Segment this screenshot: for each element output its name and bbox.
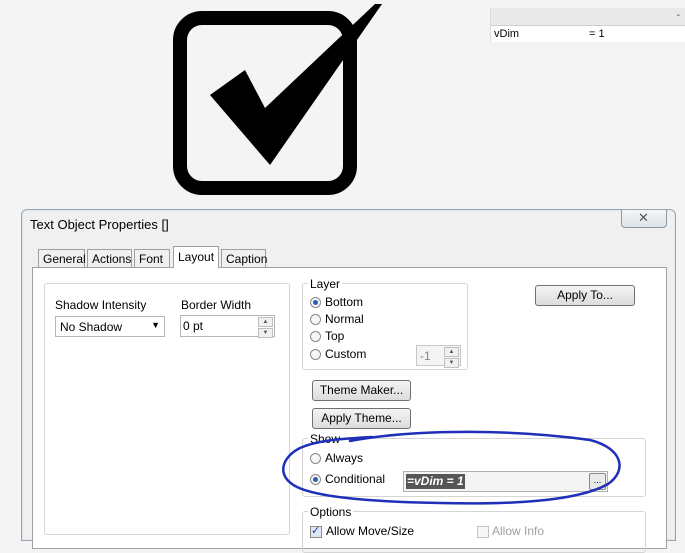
close-icon: ✕	[638, 210, 649, 225]
radio-conditional[interactable]	[310, 474, 321, 485]
radio-normal-label: Normal	[325, 312, 364, 326]
dialog-title: Text Object Properties []	[30, 217, 169, 232]
variable-name: vDim	[494, 28, 520, 40]
expression-editor-button[interactable]: ...	[589, 473, 606, 490]
allow-info-checkbox[interactable]	[477, 526, 489, 538]
condition-expression-value: =vDim = 1	[406, 474, 465, 489]
shadow-intensity-select[interactable]: No Shadow ▼	[55, 316, 165, 337]
allow-move-size-checkbox[interactable]	[310, 524, 322, 538]
radio-custom[interactable]	[310, 349, 321, 360]
shadow-intensity-label: Shadow Intensity	[55, 298, 147, 312]
tab-font[interactable]: Font	[134, 249, 170, 267]
radio-custom-label: Custom	[325, 347, 367, 361]
custom-layer-field[interactable]: -1 ▲ ▼	[416, 345, 461, 368]
shadow-intensity-value: No Shadow	[60, 320, 123, 334]
apply-to-button[interactable]: Apply To...	[535, 285, 635, 306]
variable-table: - vDim = 1	[490, 8, 685, 42]
tab-caption[interactable]: Caption	[221, 249, 267, 267]
variable-value: = 1	[589, 28, 605, 40]
border-width-label: Border Width	[181, 298, 252, 312]
layer-group-title: Layer	[308, 277, 343, 291]
spin-down-icon[interactable]: ▼	[258, 328, 273, 338]
radio-bottom-label: Bottom	[325, 295, 364, 309]
custom-layer-spinner[interactable]: ▲ ▼	[444, 347, 459, 368]
radio-conditional-label: Conditional	[325, 472, 386, 486]
radio-always-label: Always	[325, 451, 364, 465]
border-width-spinner[interactable]: ▲ ▼	[258, 317, 273, 338]
allow-info-label: Allow Info	[492, 524, 545, 538]
tab-actions[interactable]: Actions	[87, 249, 132, 267]
custom-layer-value: -1	[420, 349, 431, 363]
condition-expression-field[interactable]: =vDim = 1	[403, 471, 608, 492]
variable-row[interactable]: vDim = 1	[491, 26, 685, 42]
border-width-value: 0 pt	[183, 319, 204, 333]
close-button[interactable]: ✕	[621, 210, 667, 228]
dialog-titlebar[interactable]: Text Object Properties [] ✕	[22, 210, 675, 238]
checkbox-checkmark-icon	[173, 4, 382, 195]
radio-top-label: Top	[325, 329, 345, 343]
spin-down-icon[interactable]: ▼	[444, 358, 459, 368]
apply-theme-button[interactable]: Apply Theme...	[312, 408, 411, 429]
variable-table-header: -	[491, 8, 685, 26]
header-mark: -	[676, 10, 680, 21]
radio-bottom[interactable]	[310, 297, 321, 308]
tab-layout[interactable]: Layout	[173, 246, 219, 268]
radio-normal[interactable]	[310, 314, 321, 325]
text-object-properties-dialog: Text Object Properties [] ✕ General Acti…	[21, 209, 676, 553]
options-group-title: Options	[308, 505, 354, 519]
border-width-field[interactable]: 0 pt ▲ ▼	[180, 315, 275, 338]
allow-move-size-label: Allow Move/Size	[326, 524, 415, 538]
tab-general[interactable]: General	[38, 249, 86, 267]
radio-always[interactable]	[310, 453, 321, 464]
radio-top[interactable]	[310, 331, 321, 342]
spin-up-icon[interactable]: ▲	[444, 347, 459, 357]
spin-up-icon[interactable]: ▲	[258, 317, 273, 327]
theme-maker-button[interactable]: Theme Maker...	[312, 380, 411, 401]
chevron-down-icon: ▼	[151, 320, 160, 330]
show-group-title: Show	[308, 432, 343, 446]
